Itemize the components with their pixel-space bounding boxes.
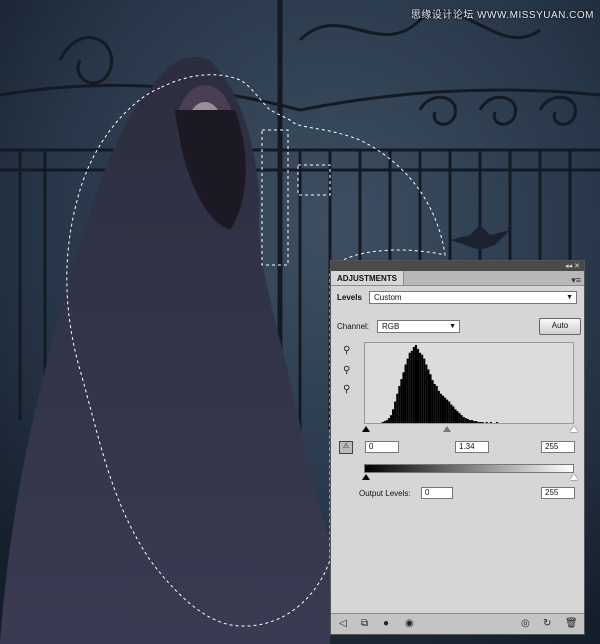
histogram-bar [381,422,384,424]
channel-label: Channel: [337,322,370,331]
histogram-bar [404,364,407,423]
histogram-bar [385,420,388,423]
histogram-bar [496,422,499,424]
histogram-bar [431,380,434,423]
view-previous-icon[interactable]: ◎ [521,618,530,629]
histogram-bar [389,415,393,423]
eye-icon[interactable]: ◉ [405,618,414,629]
histogram-bar [402,372,405,423]
output-levels-label: Output Levels: [359,489,411,498]
histogram-bar [387,418,390,424]
histogram-bar [460,415,463,423]
histogram-bar [471,420,474,423]
histogram-bar [441,395,445,423]
output-black-slider[interactable] [362,474,370,480]
histogram-bar [398,385,401,423]
histogram-bar [414,345,417,423]
histogram-bar [425,364,428,423]
histogram-bar [394,401,397,423]
histogram-bar [452,406,455,423]
input-black-field[interactable]: 0 [365,441,399,453]
histogram-bar [400,379,403,424]
histogram-bar [423,358,426,423]
histogram-bar [485,422,488,424]
panel-bottom-toolbar: ◁ ⧉ ● ◉ ◎ ↻ 🗑 [331,613,584,634]
back-arrow-icon[interactable]: ◁ [339,618,347,629]
histogram-bar [458,413,461,423]
eyedropper-black-icon[interactable]: ⚲ [343,345,353,356]
reset-icon[interactable]: ↻ [543,618,551,629]
eyedropper-white-icon[interactable]: ⚲ [343,384,353,395]
panel-tab-row: ADJUSTMENTS [331,271,584,286]
histogram-bar [456,411,459,423]
histogram-bar [469,420,472,423]
histogram-bar [477,422,480,424]
histogram-bar [481,422,484,424]
histogram-bar [396,393,399,423]
panel-titlebar[interactable]: ◂◂ ✕ [331,261,584,271]
histogram-bar [473,421,476,423]
histogram-bar [446,399,449,423]
histogram-bar [466,419,469,423]
histogram-bar [408,352,411,423]
histogram-bar [433,384,436,423]
histogram-bar [489,422,492,424]
histogram-bar [417,348,420,423]
histogram-bar [383,421,386,423]
output-gradient-bar [364,464,574,473]
histogram-bar [406,358,409,423]
chevron-down-icon: ▼ [566,294,573,301]
input-black-slider[interactable] [362,426,370,432]
histogram-bar [429,374,432,423]
histogram-bar [437,390,440,423]
histogram-bar [412,346,415,423]
histogram-bar [410,350,413,423]
layer-visibility-mask-icon[interactable]: ● [383,618,389,629]
clip-to-layer-icon[interactable]: ⧉ [361,618,368,629]
chevron-down-icon: ▼ [449,323,456,330]
histogram-bar [479,422,482,424]
preset-dropdown[interactable]: Custom ▼ [369,291,577,304]
levels-label: Levels [337,293,362,302]
panel-menu-icon[interactable]: ▾≡ [571,275,581,286]
channel-dropdown[interactable]: RGB ▼ [377,320,460,333]
input-gamma-field[interactable]: 1.34 [455,441,489,453]
histogram-bar [454,409,457,423]
histogram-bar [462,417,465,423]
output-black-field[interactable]: 0 [421,487,453,499]
histogram-bar [427,369,430,424]
input-white-slider[interactable] [570,426,578,432]
output-white-field[interactable]: 255 [541,487,575,499]
calculate-histogram-icon[interactable]: ⚠ [339,441,353,454]
eyedropper-gray-icon[interactable]: ⚲ [343,365,353,376]
auto-button[interactable]: Auto [539,318,581,335]
histogram-bar [439,393,442,423]
histogram-bar [450,404,453,423]
output-white-slider[interactable] [570,474,578,480]
input-gamma-slider[interactable] [443,426,451,432]
histogram-bar [419,352,422,423]
histogram-bar [464,418,467,424]
histogram-bar [421,354,424,423]
adjustments-panel: ◂◂ ✕ ADJUSTMENTS ▾≡ Levels Custom ▼ Chann… [330,260,585,635]
histogram-bar [475,421,478,423]
trash-icon[interactable]: 🗑 [565,618,578,629]
histogram-bar [444,397,447,423]
histogram-bar [392,409,395,423]
histogram-bar [448,401,451,423]
histogram [364,342,574,424]
input-white-field[interactable]: 255 [541,441,575,453]
histogram-bar [435,385,438,423]
tab-adjustments[interactable]: ADJUSTMENTS [331,271,405,285]
panel-collapse-close[interactable]: ◂◂ ✕ [565,262,580,270]
watermark: 思缘设计论坛 WWW.MISSYUAN.COM [410,10,594,21]
